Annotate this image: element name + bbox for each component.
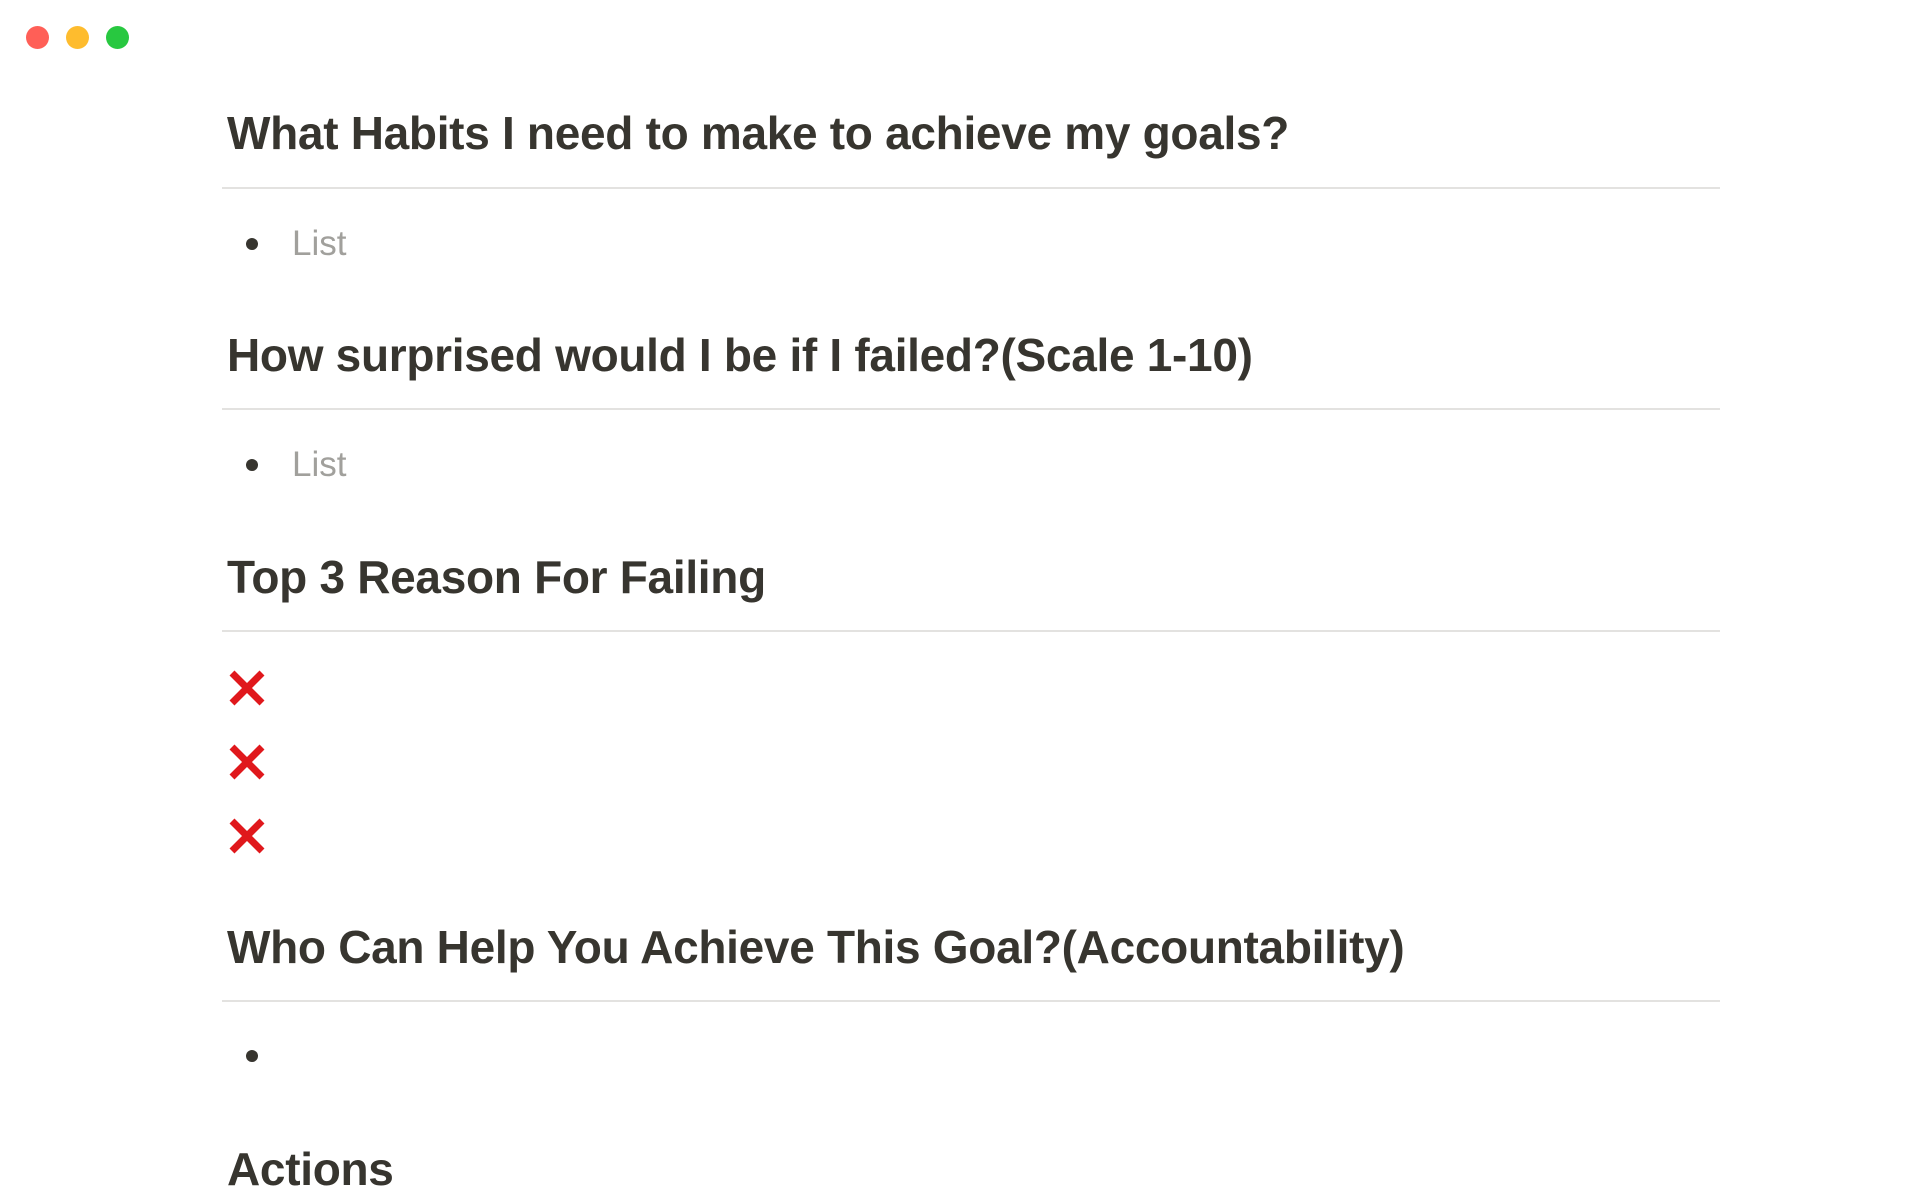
list-item[interactable]: List xyxy=(222,222,1720,266)
reasons-list xyxy=(222,651,1720,873)
cross-mark-icon xyxy=(229,818,265,854)
cross-mark-icon xyxy=(229,744,265,780)
section-heading-habits[interactable]: What Habits I need to make to achieve my… xyxy=(222,110,1720,156)
section-heading-reasons[interactable]: Top 3 Reason For Failing xyxy=(222,554,1720,600)
bullet-icon xyxy=(246,238,258,250)
divider xyxy=(222,187,1720,189)
section-habits: What Habits I need to make to achieve my… xyxy=(222,110,1720,156)
cross-mark-icon xyxy=(229,670,265,706)
surprise-list: List xyxy=(222,443,1720,487)
window-controls xyxy=(26,26,129,49)
list-item[interactable]: List xyxy=(222,443,1720,487)
divider xyxy=(222,630,1720,632)
section-surprise: How surprised would I be if I failed?(Sc… xyxy=(222,332,1720,378)
window-minimize-button[interactable] xyxy=(66,26,89,49)
section-actions: Actions xyxy=(222,1146,1720,1192)
section-heading-actions[interactable]: Actions xyxy=(222,1146,1720,1192)
bullet-icon xyxy=(246,459,258,471)
list-item-placeholder[interactable]: List xyxy=(292,445,346,485)
section-heading-accountability[interactable]: Who Can Help You Achieve This Goal?(Acco… xyxy=(222,924,1720,970)
section-heading-surprise[interactable]: How surprised would I be if I failed?(Sc… xyxy=(222,332,1720,378)
divider xyxy=(222,1000,1720,1002)
accountability-list xyxy=(222,1034,1720,1078)
list-item-placeholder[interactable]: List xyxy=(292,224,346,264)
section-accountability: Who Can Help You Achieve This Goal?(Acco… xyxy=(222,924,1720,970)
list-item[interactable] xyxy=(222,1034,1720,1078)
reason-item[interactable] xyxy=(222,725,1720,799)
habits-list: List xyxy=(222,222,1720,266)
reason-item[interactable] xyxy=(222,799,1720,873)
window-zoom-button[interactable] xyxy=(106,26,129,49)
divider xyxy=(222,408,1720,410)
bullet-icon xyxy=(246,1050,258,1062)
reason-item[interactable] xyxy=(222,651,1720,725)
section-reasons: Top 3 Reason For Failing xyxy=(222,554,1720,600)
window-close-button[interactable] xyxy=(26,26,49,49)
